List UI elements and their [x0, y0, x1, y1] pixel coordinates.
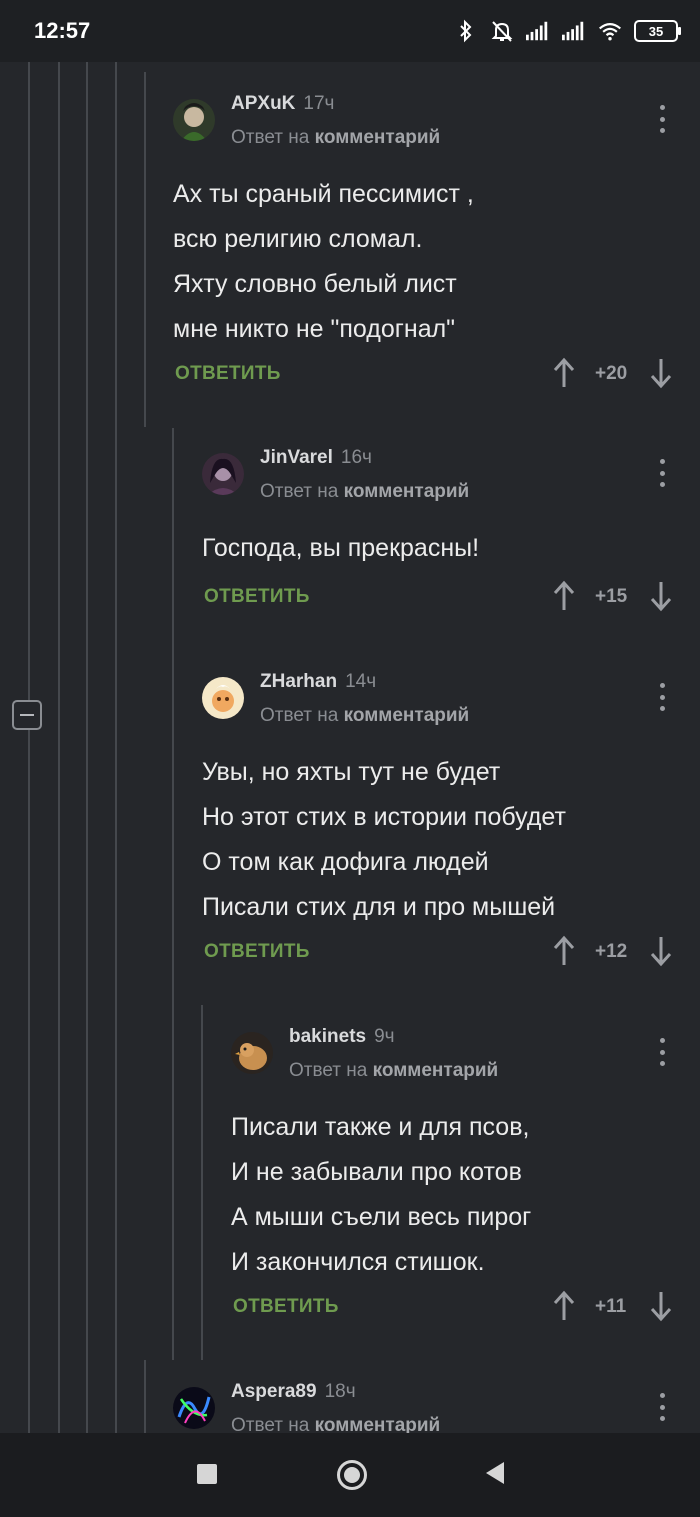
more-options-icon[interactable]	[659, 1038, 665, 1066]
upvote-icon[interactable]	[552, 580, 576, 612]
comment-score: +11	[595, 1296, 627, 1317]
reply-to-link[interactable]: комментарий	[315, 127, 441, 148]
comment-author[interactable]: APXuK 17ч	[231, 93, 334, 115]
upvote-icon[interactable]	[552, 357, 576, 389]
thread-line	[201, 1005, 203, 1360]
thread-line	[58, 62, 60, 1433]
reply-button[interactable]: ОТВЕТИТЬ	[175, 363, 281, 385]
bluetooth-icon	[454, 18, 478, 44]
reply-to-link[interactable]: комментарий	[373, 1060, 499, 1081]
signal-icon	[562, 18, 586, 44]
status-time: 12:57	[34, 18, 91, 43]
thread-line	[172, 428, 174, 1360]
downvote-icon[interactable]	[649, 1290, 673, 1322]
comment-time: 9ч	[374, 1026, 395, 1047]
comment-author[interactable]: bakinets 9ч	[289, 1026, 395, 1048]
bell-muted-icon	[490, 18, 514, 44]
reply-to: Ответ на комментарий	[260, 705, 470, 726]
avatar[interactable]	[231, 1032, 273, 1074]
comment-score: +12	[595, 941, 628, 962]
navigation-bar	[0, 1433, 700, 1517]
downvote-icon[interactable]	[649, 357, 673, 389]
avatar[interactable]	[173, 99, 215, 141]
collapse-thread-button[interactable]	[12, 700, 42, 730]
comment-time: 14ч	[345, 671, 377, 692]
comment-time: 17ч	[303, 93, 335, 114]
comment-body: Ах ты сраный пессимист , всю религию сло…	[173, 180, 474, 343]
reply-to: Ответ на комментарий	[231, 127, 441, 148]
comment-time: 16ч	[340, 447, 372, 468]
signal-icon	[526, 18, 550, 44]
comment-author[interactable]: Aspera89 18ч	[231, 1381, 356, 1403]
comment-author[interactable]: JinVarel 16ч	[260, 447, 372, 469]
comment-time: 18ч	[324, 1381, 356, 1402]
avatar[interactable]	[202, 677, 244, 719]
comment-score: +20	[595, 363, 628, 384]
recent-apps-icon[interactable]	[197, 1464, 217, 1484]
battery-indicator: 35	[634, 20, 681, 42]
downvote-icon[interactable]	[649, 935, 673, 967]
home-icon[interactable]	[337, 1460, 367, 1490]
thread-line	[86, 62, 88, 1433]
comment-body: Увы, но яхты тут не будет Но этот стих в…	[202, 758, 566, 921]
comment-actions: ОТВЕТИТЬ +20	[173, 357, 683, 393]
comment-score: +15	[595, 586, 628, 607]
thread-line	[28, 730, 30, 1433]
thread-line	[144, 1360, 146, 1433]
upvote-icon[interactable]	[552, 1290, 576, 1322]
comment-actions: ОТВЕТИТЬ +12	[202, 935, 683, 971]
reply-button[interactable]: ОТВЕТИТЬ	[233, 1296, 339, 1318]
wifi-icon	[598, 18, 622, 44]
reply-button[interactable]: ОТВЕТИТЬ	[204, 941, 310, 963]
reply-to: Ответ на комментарий	[260, 481, 470, 502]
reply-button[interactable]: ОТВЕТИТЬ	[204, 586, 310, 608]
minus-icon	[20, 714, 34, 716]
thread-line	[144, 72, 146, 427]
reply-to-link[interactable]: комментарий	[344, 481, 470, 502]
thread-line	[28, 62, 30, 700]
more-options-icon[interactable]	[659, 459, 665, 487]
comment-actions: ОТВЕТИТЬ +15	[202, 580, 683, 616]
more-options-icon[interactable]	[659, 105, 665, 133]
reply-to: Ответ на комментарий	[289, 1060, 499, 1081]
comment-body: Писали также и для псов, И не забывали п…	[231, 1113, 532, 1276]
status-bar: 12:57 35	[0, 0, 700, 62]
comment-author[interactable]: ZHarhan 14ч	[260, 671, 376, 693]
more-options-icon[interactable]	[659, 683, 665, 711]
upvote-icon[interactable]	[552, 935, 576, 967]
thread-line	[115, 62, 117, 1433]
comment-body: Господа, вы прекрасны!	[202, 534, 480, 562]
status-icons: 35	[454, 18, 681, 44]
comment-actions: ОТВЕТИТЬ +11	[231, 1290, 683, 1326]
downvote-icon[interactable]	[649, 580, 673, 612]
more-options-icon[interactable]	[659, 1393, 665, 1421]
reply-to-link[interactable]: комментарий	[344, 705, 470, 726]
avatar[interactable]	[202, 453, 244, 495]
avatar[interactable]	[173, 1387, 215, 1429]
back-icon[interactable]	[486, 1462, 504, 1484]
